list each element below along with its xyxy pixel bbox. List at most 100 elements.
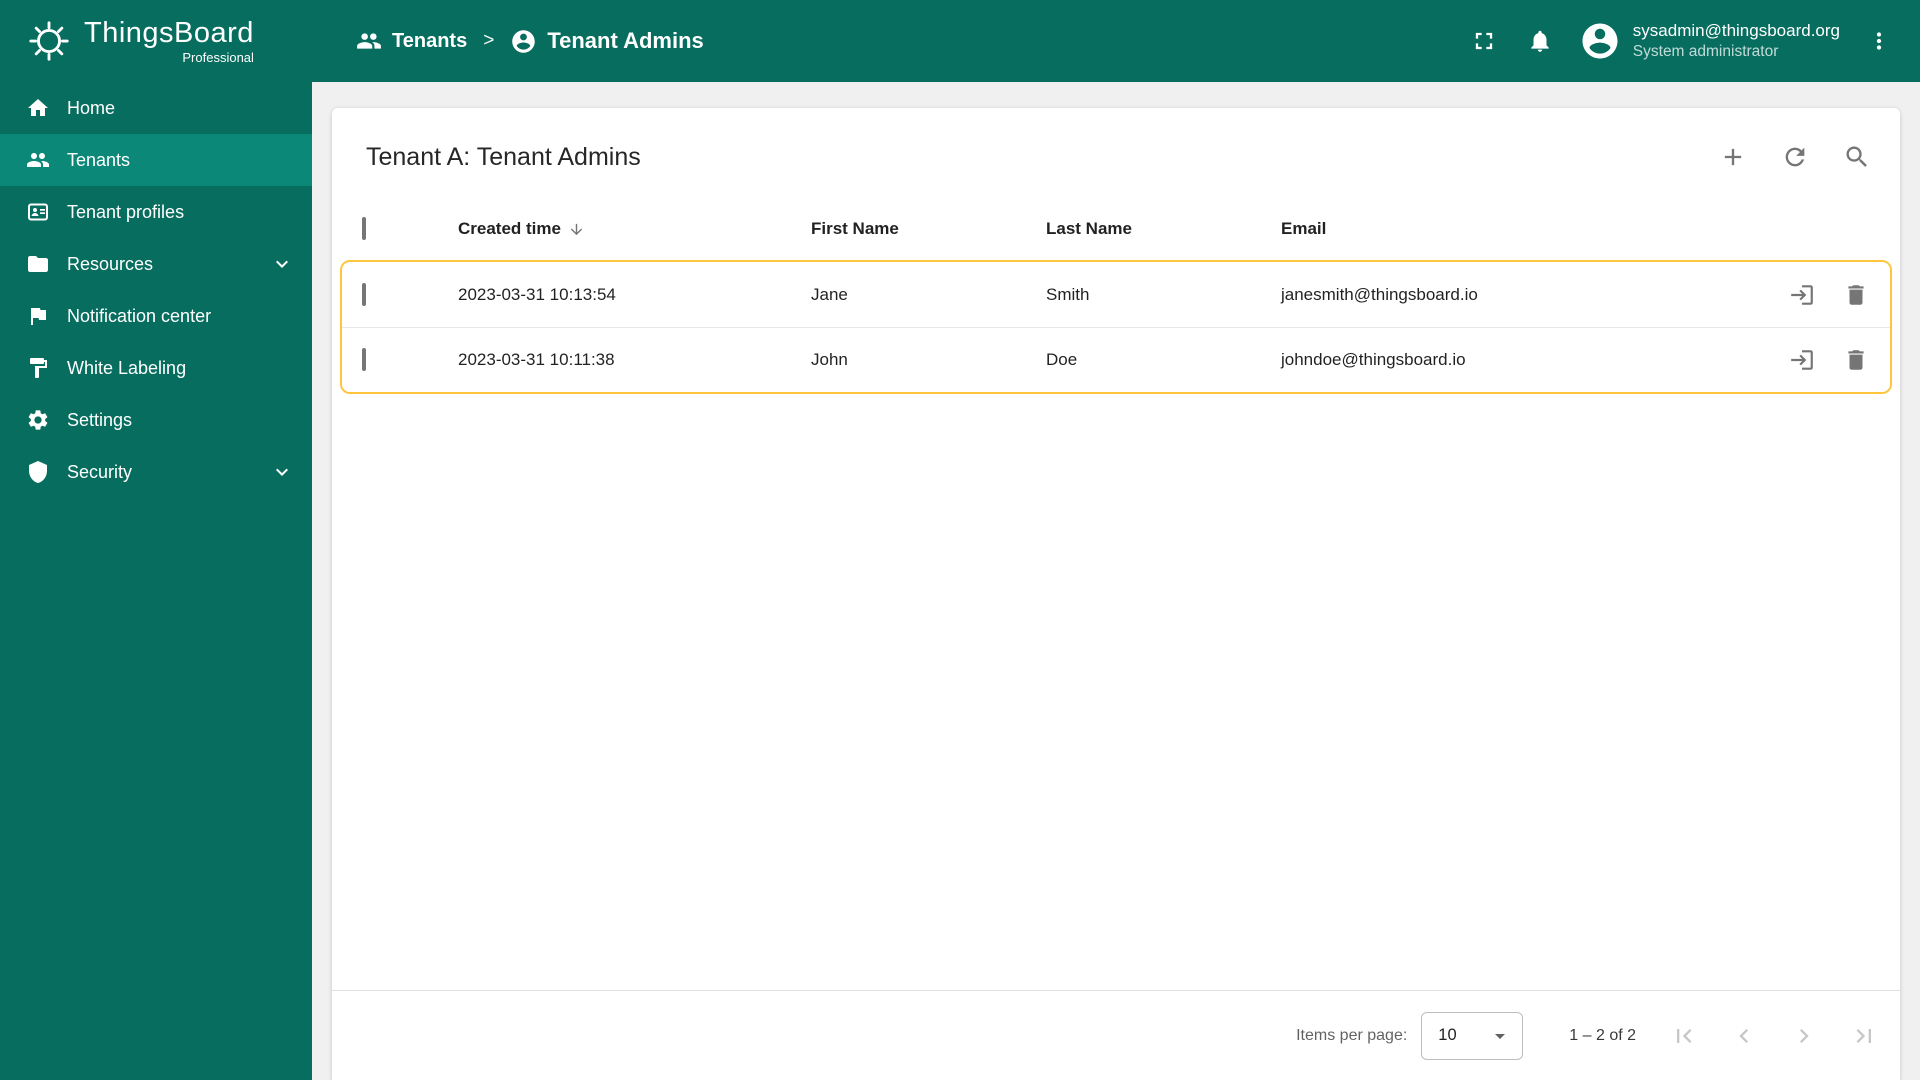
- items-per-page-label: Items per page:: [1296, 1026, 1408, 1044]
- sidebar: Home Tenants Tenant profiles Resources N…: [0, 82, 312, 1080]
- sidebar-item-label: White Labeling: [67, 357, 187, 378]
- table-row[interactable]: 2023-03-31 10:13:54 Jane Smith janesmith…: [342, 262, 1890, 327]
- trash-icon: [1843, 347, 1869, 373]
- fullscreen-icon: [1470, 27, 1498, 55]
- notifications-button[interactable]: [1517, 18, 1563, 64]
- cell-email: johndoe@thingsboard.io: [1281, 350, 1466, 369]
- sidebar-item-label: Notification center: [67, 305, 212, 326]
- brand-name: ThingsBoard: [84, 16, 254, 49]
- sidebar-item-tenants[interactable]: Tenants: [0, 134, 312, 186]
- folder-icon: [26, 252, 50, 276]
- breadcrumb-tenant-admins: Tenant Admins: [510, 28, 704, 55]
- row-checkbox[interactable]: [362, 282, 366, 306]
- bell-icon: [1527, 28, 1553, 54]
- main-content: Tenant A: Tenant Admins Created time Fir…: [312, 82, 1920, 1080]
- delete-user-button[interactable]: [1836, 275, 1876, 315]
- home-icon: [26, 96, 50, 120]
- next-page-icon: [1790, 1022, 1818, 1050]
- last-page-button[interactable]: [1842, 1014, 1886, 1058]
- sidebar-item-white-labeling[interactable]: White Labeling: [0, 342, 312, 394]
- highlighted-rows-group: 2023-03-31 10:13:54 Jane Smith janesmith…: [340, 260, 1892, 394]
- breadcrumb-tenants-label: Tenants: [392, 29, 468, 52]
- sidebar-item-label: Tenant profiles: [67, 201, 185, 222]
- sidebar-item-settings[interactable]: Settings: [0, 394, 312, 446]
- user-menu-button[interactable]: [1856, 18, 1902, 64]
- sidebar-item-notification-center[interactable]: Notification center: [0, 290, 312, 342]
- next-page-button[interactable]: [1782, 1014, 1826, 1058]
- cell-last-name: Smith: [1046, 284, 1090, 304]
- sidebar-item-label: Tenants: [67, 149, 131, 170]
- user-info: sysadmin@thingsboard.org System administ…: [1633, 20, 1840, 62]
- chevron-down-icon: [270, 252, 294, 276]
- cell-created-time: 2023-03-31 10:13:54: [458, 284, 616, 304]
- brand-tagline: Professional: [182, 49, 254, 65]
- prev-page-button[interactable]: [1722, 1014, 1766, 1058]
- cell-email: janesmith@thingsboard.io: [1281, 284, 1478, 304]
- cell-first-name: Jane: [811, 284, 848, 304]
- people-icon: [26, 148, 50, 172]
- first-page-button[interactable]: [1662, 1014, 1706, 1058]
- table-header-row: Created time First Name Last Name Email: [332, 198, 1900, 260]
- refresh-icon: [1781, 143, 1809, 171]
- add-button[interactable]: [1710, 134, 1756, 180]
- sidebar-item-resources[interactable]: Resources: [0, 238, 312, 290]
- table-row[interactable]: 2023-03-31 10:11:38 John Doe johndoe@thi…: [342, 327, 1890, 392]
- sidebar-item-security[interactable]: Security: [0, 446, 312, 498]
- dropdown-arrow-icon: [1488, 1024, 1512, 1048]
- card-actions: [1710, 134, 1880, 180]
- brand-text: ThingsBoard Professional: [84, 16, 254, 65]
- more-vert-icon: [1866, 28, 1892, 54]
- fullscreen-button[interactable]: [1461, 18, 1507, 64]
- items-per-page-select[interactable]: 10: [1421, 1011, 1524, 1060]
- column-label: Created time: [458, 219, 561, 238]
- row-actions: [1750, 275, 1890, 315]
- sidebar-item-label: Security: [67, 461, 133, 482]
- cell-first-name: John: [811, 350, 848, 369]
- column-header-created-time[interactable]: Created time: [458, 219, 811, 239]
- tenant-admins-card: Tenant A: Tenant Admins Created time Fir…: [332, 108, 1900, 1080]
- search-button[interactable]: [1834, 134, 1880, 180]
- badge-icon: [26, 200, 50, 224]
- column-header-last-name[interactable]: Last Name: [1046, 219, 1281, 239]
- sidebar-item-home[interactable]: Home: [0, 82, 312, 134]
- breadcrumb-separator: >: [483, 30, 495, 51]
- last-page-icon: [1850, 1022, 1878, 1050]
- sort-desc-arrow-icon: [568, 221, 585, 238]
- gear-icon: [26, 408, 50, 432]
- breadcrumb-tenants[interactable]: Tenants: [356, 28, 467, 54]
- app-root: ThingsBoard Professional Tenants > Tenan…: [0, 0, 1920, 1080]
- row-checkbox-cell: [342, 282, 458, 306]
- login-as-user-button[interactable]: [1782, 275, 1822, 315]
- page-title: Tenant A: Tenant Admins: [366, 142, 641, 171]
- login-as-user-button[interactable]: [1782, 340, 1822, 380]
- shield-icon: [26, 460, 50, 484]
- brand[interactable]: ThingsBoard Professional: [0, 18, 312, 64]
- cell-last-name: Doe: [1046, 350, 1078, 369]
- avatar[interactable]: [1579, 20, 1621, 62]
- user-email: sysadmin@thingsboard.org: [1632, 20, 1840, 40]
- select-all-checkbox[interactable]: [362, 217, 366, 240]
- first-page-icon: [1670, 1022, 1698, 1050]
- paint-roller-icon: [26, 356, 50, 380]
- search-icon: [1843, 143, 1871, 171]
- breadcrumb: Tenants > Tenant Admins: [356, 28, 704, 55]
- trash-icon: [1843, 282, 1869, 308]
- card-header: Tenant A: Tenant Admins: [332, 108, 1900, 198]
- items-per-page-value: 10: [1438, 1026, 1457, 1044]
- people-icon: [356, 28, 382, 54]
- flag-icon: [26, 304, 50, 328]
- row-checkbox[interactable]: [362, 348, 366, 371]
- column-header-first-name[interactable]: First Name: [811, 219, 1046, 239]
- select-all-cell: [332, 217, 458, 240]
- column-header-email[interactable]: Email: [1281, 219, 1750, 239]
- refresh-button[interactable]: [1772, 134, 1818, 180]
- sidebar-item-tenant-profiles[interactable]: Tenant profiles: [0, 186, 312, 238]
- paginator: Items per page: 10 1 – 2 of 2: [332, 990, 1900, 1080]
- sidebar-item-label: Resources: [67, 253, 154, 274]
- login-icon: [1789, 347, 1815, 373]
- delete-user-button[interactable]: [1836, 340, 1876, 380]
- login-icon: [1789, 282, 1815, 308]
- sidebar-item-label: Home: [67, 97, 116, 118]
- breadcrumb-tenant-admins-label: Tenant Admins: [547, 28, 704, 53]
- page-range-label: 1 – 2 of 2: [1569, 1026, 1636, 1044]
